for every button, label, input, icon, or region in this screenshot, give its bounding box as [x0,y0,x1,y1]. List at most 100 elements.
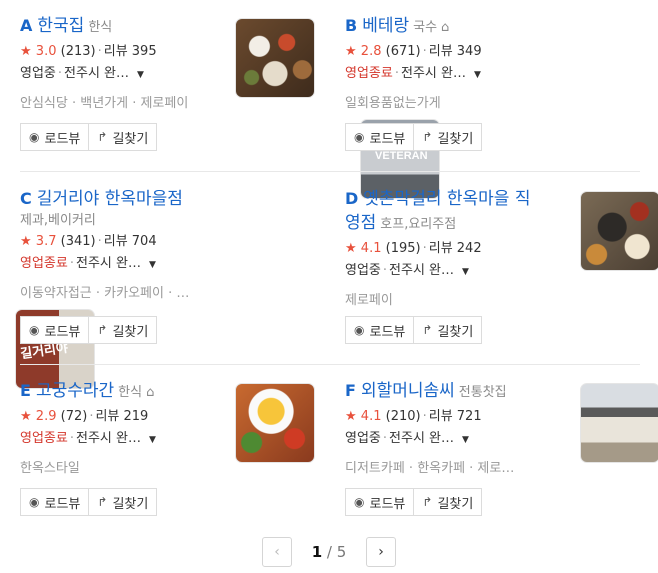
chevron-down-icon[interactable]: ▼ [149,260,156,270]
address-text: 전주시 완… [400,66,466,81]
place-marker-letter: F [345,381,356,400]
directions-label: 길찾기 [437,496,474,512]
roadview-button[interactable]: ◉ 로드뷰 [345,316,415,344]
review-count-link[interactable]: 리뷰 349 [429,44,482,59]
place-category: 한식 [88,20,113,35]
directions-label: 길찾기 [437,131,474,147]
place-name-link[interactable]: 외할머니솜씨 [361,381,455,401]
business-status: 영업중 [345,263,381,278]
business-status: 영업종료 [20,431,68,446]
chevron-right-icon: › [378,544,384,560]
star-icon: ★ [345,241,357,256]
place-thumbnail[interactable] [580,383,658,463]
directions-label: 길찾기 [112,324,149,340]
star-icon: ★ [20,409,32,424]
place-name-link[interactable]: 길거리야 한옥마을점 [37,189,183,209]
place-card: D 옛촌막걸리 한옥마을 직영점 호프,요리주점 ★ 4.1 (195) · 리뷰 24… [345,185,658,344]
rating-count: (341) [60,234,96,249]
place-card: C 길거리야 한옥마을점 제과,베이커리 ★ 3.7 (341) · 리뷰 704 영… [15,185,320,389]
roadview-label: 로드뷰 [369,324,406,340]
rating-score: 3.7 [35,234,57,249]
rating-score: 4.1 [360,409,382,424]
star-icon: ★ [20,234,32,249]
address-text: 전주시 완… [389,263,455,278]
place-tags: 일회용품없는가게 [345,96,441,111]
review-count-link[interactable]: 리뷰 395 [104,44,157,59]
chevron-left-icon: ‹ [274,544,280,560]
chevron-down-icon[interactable]: ▼ [474,70,481,80]
star-icon: ★ [345,409,357,424]
thumbnail-sign-text: VETERAN [375,150,428,162]
home-icon: ⌂ [146,385,155,400]
place-name-link[interactable]: 한국집 [37,16,84,36]
directions-button[interactable]: ↱ 길찾기 [89,316,158,344]
chevron-down-icon[interactable]: ▼ [462,435,469,445]
pagination: ‹ 1 / 5 › [262,537,396,567]
location-pin-icon: ◉ [354,323,365,337]
review-count-link[interactable]: 리뷰 721 [429,409,482,424]
address-text: 전주시 완… [75,431,141,446]
place-name-link[interactable]: 베테랑 [362,16,409,36]
directions-button[interactable]: ↱ 길찾기 [89,123,158,151]
place-card: A 한국집 한식 ★ 3.0 (213) · 리뷰 395 영업중 · 전주시 완… ▼ 안심… [20,12,320,151]
location-pin-icon: ◉ [354,130,365,144]
chevron-down-icon[interactable]: ▼ [137,70,144,80]
turn-arrow-icon: ↱ [422,130,433,144]
turn-arrow-icon: ↱ [422,323,433,337]
place-tags: 안심식당 · 백년가게 · 제로페이 [20,96,189,111]
place-marker-letter: E [20,381,31,400]
location-pin-icon: ◉ [29,130,40,144]
review-count-link[interactable]: 리뷰 704 [104,234,157,249]
roadview-label: 로드뷰 [44,131,81,147]
address-text: 전주시 완… [64,66,130,81]
business-status: 영업중 [345,431,381,446]
directions-button[interactable]: ↱ 길찾기 [89,488,158,516]
roadview-button[interactable]: ◉ 로드뷰 [345,123,415,151]
place-tags: 제로페이 [345,293,393,308]
business-status: 영업중 [20,66,56,81]
directions-button[interactable]: ↱ 길찾기 [414,123,483,151]
review-count-link[interactable]: 리뷰 219 [95,409,148,424]
rating-count: (213) [60,44,96,59]
directions-button[interactable]: ↱ 길찾기 [414,488,483,516]
location-pin-icon: ◉ [29,495,40,509]
roadview-label: 로드뷰 [44,324,81,340]
row-divider [20,364,640,365]
place-name-link[interactable]: 고궁수라간 [36,381,114,401]
directions-label: 길찾기 [112,496,149,512]
place-category: 전통찻집 [458,385,507,400]
next-page-button[interactable]: › [366,537,396,567]
rating-score: 2.8 [360,44,382,59]
current-page: 1 [311,543,323,561]
chevron-down-icon[interactable]: ▼ [149,435,156,445]
roadview-button[interactable]: ◉ 로드뷰 [345,488,415,516]
rating-score: 4.1 [360,241,382,256]
roadview-button[interactable]: ◉ 로드뷰 [20,123,90,151]
roadview-label: 로드뷰 [44,496,81,512]
address-text: 전주시 완… [389,431,455,446]
place-card: E 고궁수라간 한식 ⌂ ★ 2.9 (72) · 리뷰 219 영업종료 · 전주시 완… ▼… [20,377,320,516]
place-category: 한식 [118,385,143,400]
turn-arrow-icon: ↱ [422,495,433,509]
roadview-button[interactable]: ◉ 로드뷰 [20,316,90,344]
star-icon: ★ [345,44,357,59]
place-marker-letter: A [20,16,33,35]
location-pin-icon: ◉ [354,495,365,509]
prev-page-button[interactable]: ‹ [262,537,292,567]
star-icon: ★ [20,44,32,59]
directions-button[interactable]: ↱ 길찾기 [414,316,483,344]
chevron-down-icon[interactable]: ▼ [462,267,469,277]
row-divider [20,171,640,172]
total-pages: 5 [336,543,347,561]
place-category: 제과,베이커리 [20,213,96,228]
place-thumbnail[interactable] [580,191,658,271]
place-thumbnail[interactable] [235,383,315,463]
place-category: 호프,요리주점 [380,217,457,232]
place-card: B 베테랑 국수 ⌂ ★ 2.8 (671) · 리뷰 349 영업종료 · 전주시 완… ▼ … [345,12,645,199]
business-status: 영업종료 [345,66,393,81]
roadview-button[interactable]: ◉ 로드뷰 [20,488,90,516]
business-status: 영업종료 [20,256,68,271]
review-count-link[interactable]: 리뷰 242 [429,241,482,256]
place-thumbnail[interactable] [235,18,315,98]
roadview-label: 로드뷰 [369,131,406,147]
